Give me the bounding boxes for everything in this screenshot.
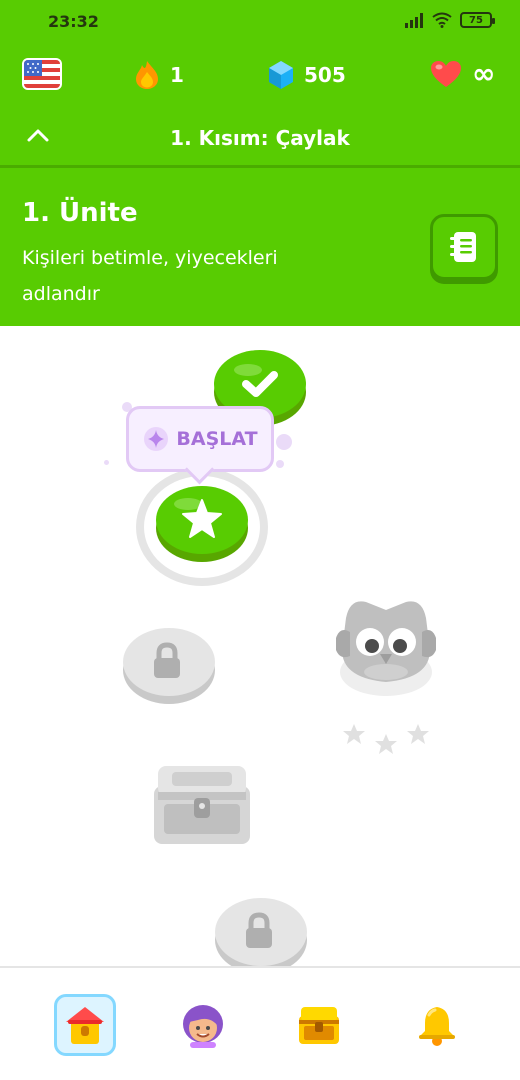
owl-mascot bbox=[330, 590, 442, 702]
heart-icon bbox=[431, 61, 461, 87]
chest-icon bbox=[154, 766, 250, 844]
top-stats-bar: 1 505 ∞ bbox=[0, 46, 520, 106]
nav-notifications-button[interactable] bbox=[406, 994, 468, 1056]
star-icon bbox=[343, 724, 365, 744]
sparkle-dot bbox=[104, 460, 109, 465]
unit-card: 1. Ünite Kişileri betimle, yiyecekleri a… bbox=[0, 168, 520, 326]
sparkle-dot bbox=[276, 460, 284, 468]
section-title: 1. Kısım: Çaylak bbox=[170, 126, 350, 150]
signal-icon bbox=[405, 13, 423, 28]
sparkle-icon bbox=[144, 427, 169, 451]
guidebook-button[interactable] bbox=[430, 214, 498, 280]
battery-indicator: 75 bbox=[460, 12, 495, 28]
nav-profile-button[interactable] bbox=[172, 994, 234, 1056]
owl-stars bbox=[340, 720, 436, 760]
locked-lesson-node[interactable] bbox=[214, 890, 308, 974]
status-icons: 75 bbox=[404, 12, 495, 28]
bottom-navigation bbox=[0, 966, 520, 1080]
streak-counter[interactable]: 1 bbox=[134, 60, 184, 90]
owl-icon bbox=[336, 601, 436, 696]
flame-icon bbox=[136, 61, 158, 89]
hearts-value: ∞ bbox=[472, 57, 496, 90]
status-time: 23:32 bbox=[48, 12, 99, 31]
unit-title: 1. Ünite bbox=[22, 198, 138, 228]
profile-icon bbox=[183, 1005, 223, 1048]
star-icon bbox=[375, 734, 397, 754]
locked-lesson-node[interactable] bbox=[122, 618, 216, 706]
section-header[interactable]: 1. Kısım: Çaylak bbox=[0, 106, 520, 168]
us-flag-icon[interactable] bbox=[22, 58, 62, 90]
quests-chest-icon bbox=[299, 1007, 339, 1044]
home-icon bbox=[66, 1007, 104, 1044]
star-icon bbox=[407, 724, 429, 744]
gems-counter[interactable]: 505 bbox=[268, 60, 346, 90]
notifications-bell-icon bbox=[419, 1007, 455, 1046]
nav-quests-button[interactable] bbox=[288, 994, 350, 1056]
treasure-chest-node[interactable] bbox=[150, 756, 254, 848]
hearts-counter[interactable]: ∞ bbox=[430, 60, 495, 88]
battery-level: 75 bbox=[469, 14, 483, 26]
wifi-icon bbox=[432, 12, 452, 28]
current-lesson-node[interactable] bbox=[154, 480, 250, 564]
gems-count: 505 bbox=[304, 63, 346, 87]
start-label: BAŞLAT bbox=[176, 428, 258, 450]
notebook-icon bbox=[450, 232, 476, 262]
nav-home-button[interactable] bbox=[54, 994, 116, 1056]
start-tooltip[interactable]: BAŞLAT bbox=[126, 406, 274, 472]
gem-icon bbox=[269, 61, 293, 89]
unit-description: Kişileri betimle, yiyecekleri adlandır bbox=[22, 247, 278, 305]
status-bar: 23:32 75 bbox=[0, 0, 520, 46]
sparkle-dot bbox=[276, 434, 292, 450]
streak-count: 1 bbox=[170, 63, 184, 87]
